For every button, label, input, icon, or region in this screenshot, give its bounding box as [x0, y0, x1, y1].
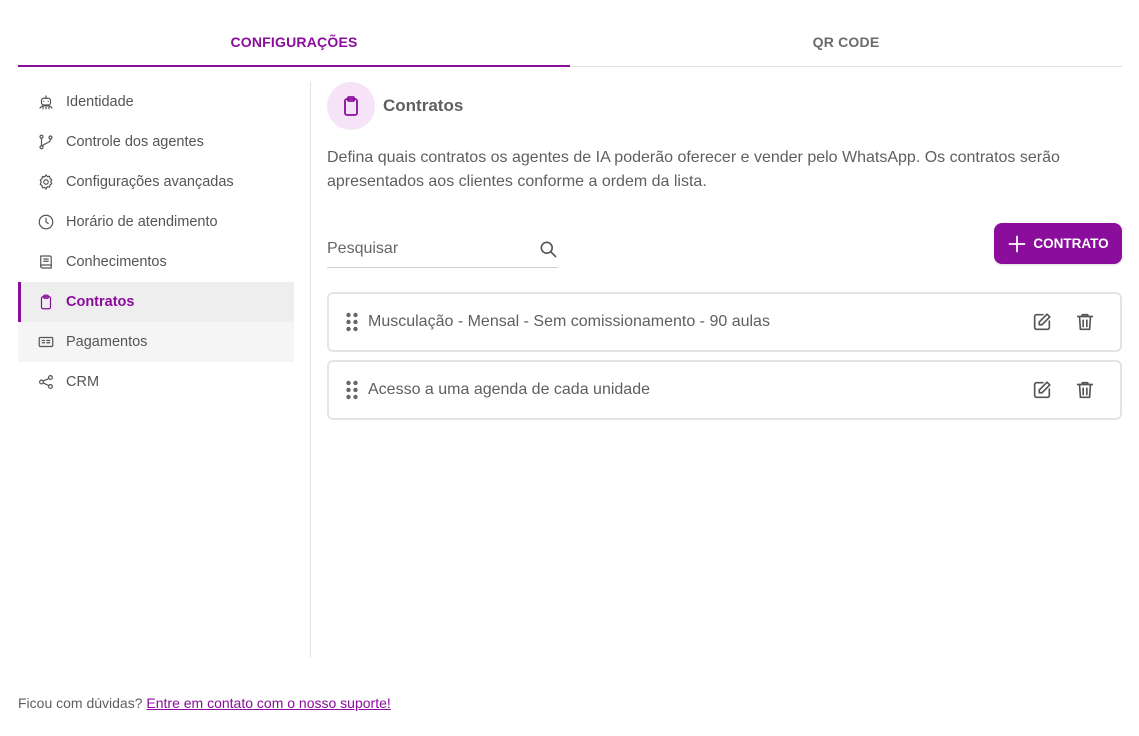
tab-configuracoes[interactable]: CONFIGURAÇÕES: [18, 18, 570, 67]
sidebar-item-label: Conhecimentos: [66, 254, 167, 270]
edit-icon[interactable]: [1031, 379, 1053, 401]
trash-icon[interactable]: [1074, 311, 1096, 333]
tab-qr-code[interactable]: QR CODE: [570, 18, 1122, 66]
list-item[interactable]: Acesso a uma agenda de cada unidade: [327, 360, 1122, 420]
sidebar-item-label: Horário de atendimento: [66, 214, 218, 230]
main-content: Contratos Defina quais contratos os agen…: [327, 82, 1122, 428]
vertical-divider: [310, 82, 311, 658]
sidebar-item-label: Configurações avançadas: [66, 174, 234, 190]
sidebar-item-label: Pagamentos: [66, 334, 148, 350]
clipboard-icon: [327, 82, 375, 130]
clipboard-icon: [37, 293, 55, 311]
sidebar-item-conhecimentos[interactable]: Conhecimentos: [18, 242, 294, 282]
share-nodes-icon: [37, 373, 55, 391]
search-field: [327, 230, 558, 268]
plus-icon: [1007, 234, 1027, 254]
page-title: Contratos: [383, 96, 464, 115]
footer: Ficou com dúvidas? Entre em contato com …: [18, 695, 391, 711]
contract-name: Acesso a uma agenda de cada unidade: [368, 381, 650, 398]
section-header: Contratos: [327, 82, 1122, 130]
sidebar-item-label: Identidade: [66, 94, 134, 110]
sidebar-item-label: CRM: [66, 374, 100, 390]
footer-text: Ficou com dúvidas?: [18, 695, 143, 711]
sidebar-item-label: Contratos: [66, 294, 135, 310]
git-branch-icon: [37, 133, 55, 151]
search-input[interactable]: [327, 239, 527, 258]
payment-card-icon: [37, 333, 55, 351]
support-link[interactable]: Entre em contato com o nosso suporte!: [146, 695, 390, 711]
sidebar-item-pagamentos[interactable]: Pagamentos: [18, 322, 294, 362]
sidebar: Identidade Controle dos agentes Configur…: [18, 82, 294, 402]
add-contract-button[interactable]: CONTRATO: [994, 223, 1122, 264]
drag-handle-icon[interactable]: [345, 380, 359, 400]
sidebar-item-configuracoes-avancadas[interactable]: Configurações avançadas: [18, 162, 294, 202]
book-icon: [37, 253, 55, 271]
sidebar-item-label: Controle dos agentes: [66, 134, 204, 150]
drag-handle-icon[interactable]: [345, 312, 359, 332]
trash-icon[interactable]: [1074, 379, 1096, 401]
toolbar: CONTRATO: [327, 223, 1122, 268]
sidebar-item-controle-agentes[interactable]: Controle dos agentes: [18, 122, 294, 162]
gear-icon: [37, 173, 55, 191]
contract-list: Musculação - Mensal - Sem comissionament…: [327, 292, 1122, 420]
row-actions: [1010, 311, 1096, 333]
list-item[interactable]: Musculação - Mensal - Sem comissionament…: [327, 292, 1122, 352]
sidebar-item-identidade[interactable]: Identidade: [18, 82, 294, 122]
edit-icon[interactable]: [1031, 311, 1053, 333]
sidebar-item-horario-atendimento[interactable]: Horário de atendimento: [18, 202, 294, 242]
sidebar-item-crm[interactable]: CRM: [18, 362, 294, 402]
tab-bar: CONFIGURAÇÕES QR CODE: [18, 18, 1122, 67]
add-contract-label: CONTRATO: [1033, 236, 1109, 251]
contract-name: Musculação - Mensal - Sem comissionament…: [368, 313, 770, 330]
page-description: Defina quais contratos os agentes de IA …: [327, 149, 1060, 190]
sidebar-item-contratos[interactable]: Contratos: [18, 282, 294, 322]
row-actions: [1010, 379, 1096, 401]
search-icon[interactable]: [538, 239, 558, 259]
robot-icon: [37, 93, 55, 111]
clock-icon: [37, 213, 55, 231]
